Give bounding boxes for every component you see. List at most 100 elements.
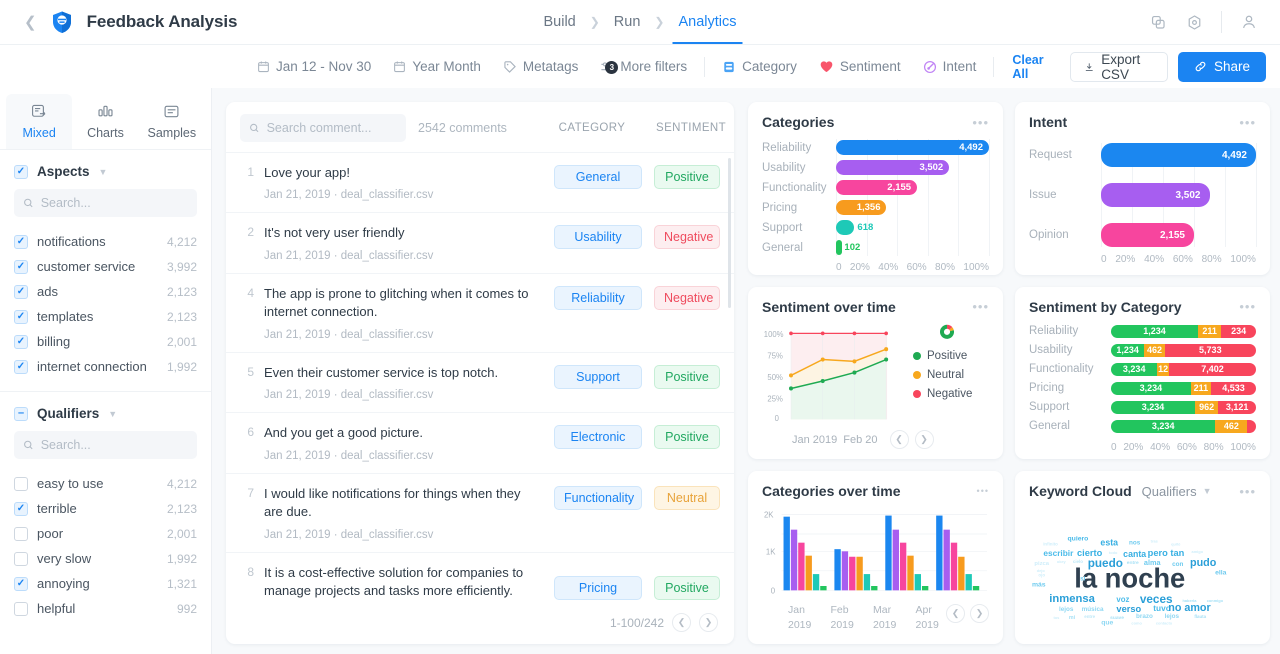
user-account-icon[interactable] (1234, 7, 1264, 37)
category-badge[interactable]: Usability (554, 225, 642, 250)
table-row[interactable]: 7 I would like notifications for things … (226, 472, 734, 552)
facet-item[interactable]: billing 2,001 (0, 329, 211, 354)
pagination-next-button[interactable]: ❯ (699, 613, 718, 632)
category-badge[interactable]: Support (554, 364, 642, 389)
more-options-icon[interactable]: ••• (977, 486, 989, 496)
segment-negative[interactable]: 234 (1221, 324, 1256, 338)
qualifiers-select-all-checkbox[interactable] (14, 406, 28, 421)
facet-checkbox[interactable] (14, 601, 28, 616)
bar[interactable] (836, 220, 855, 235)
filter-sentiment[interactable]: Sentiment (808, 59, 912, 74)
segment-negative[interactable]: 5,733 (1164, 343, 1256, 357)
sentiment-badge[interactable]: Negative (654, 285, 720, 310)
segment-neutral[interactable]: 211 (1198, 324, 1222, 338)
more-options-icon[interactable]: ••• (1239, 485, 1256, 498)
segment-neutral[interactable]: 462 (1144, 343, 1165, 357)
more-options-icon[interactable]: ••• (1239, 116, 1256, 129)
facet-checkbox[interactable] (14, 551, 28, 566)
sentiment-badge[interactable]: Positive (654, 364, 720, 389)
facet-item[interactable]: templates 2,123 (0, 304, 211, 329)
more-options-icon[interactable]: ••• (972, 116, 989, 129)
aspects-select-all-checkbox[interactable] (14, 164, 28, 179)
search-input[interactable] (266, 121, 397, 135)
pagination-prev-button[interactable]: ❮ (672, 613, 691, 632)
facet-checkbox[interactable] (14, 259, 28, 274)
qualifiers-search-input[interactable] (40, 438, 188, 452)
filter-more-filters[interactable]: 3 More filters (589, 59, 698, 74)
segment-neutral[interactable]: 12 (1157, 362, 1169, 376)
sentiment-badge[interactable]: Positive (654, 575, 720, 600)
sentiment-badge[interactable]: Neutral (654, 485, 720, 510)
bar[interactable]: 3,502 (836, 160, 950, 175)
bar[interactable]: 4,492 (836, 140, 989, 155)
facet-item[interactable]: annoying 1,321 (0, 571, 211, 596)
table-row[interactable]: 5 Even their customer service is top not… (226, 351, 734, 412)
bar[interactable]: 2,155 (836, 180, 918, 195)
tab-charts[interactable]: Charts (72, 94, 138, 149)
category-badge[interactable]: General (554, 165, 642, 189)
sentiment-badge[interactable]: Positive (654, 165, 720, 189)
facet-checkbox[interactable] (14, 284, 28, 299)
filter-date-range[interactable]: Jan 12 - Nov 30 (246, 59, 382, 74)
category-badge[interactable]: Pricing (554, 575, 642, 600)
segment-negative[interactable]: 3,121 (1218, 400, 1256, 414)
facet-item[interactable]: ads 2,123 (0, 279, 211, 304)
categories-prev-button[interactable]: ❮ (946, 603, 965, 623)
keyword-cloud-selector[interactable]: Qualifiers ▼ (1142, 484, 1212, 499)
export-csv-button[interactable]: Export CSV (1069, 51, 1168, 82)
segment-neutral[interactable]: 211 (1190, 381, 1212, 395)
facet-checkbox[interactable] (14, 476, 28, 491)
segment-positive[interactable]: 3,234 (1111, 381, 1191, 395)
facet-item[interactable]: notifications 4,212 (0, 229, 211, 254)
facet-item[interactable]: customer service 3,992 (0, 254, 211, 279)
tab-mixed[interactable]: Mixed (6, 94, 73, 149)
segment-negative[interactable]: 4,533 (1211, 381, 1256, 395)
back-button[interactable]: ❮ (16, 9, 45, 35)
table-row[interactable]: 1 Love your app! Jan 21, 2019 · deal_cla… (226, 152, 734, 212)
facet-item[interactable]: very slow 1,992 (0, 546, 211, 571)
sentiment-next-button[interactable]: ❯ (914, 430, 934, 450)
facet-checkbox[interactable] (14, 526, 28, 541)
bar[interactable]: 2,155 (1101, 223, 1194, 247)
segment-positive[interactable]: 3,234 (1111, 419, 1216, 433)
category-badge[interactable]: Functionality (554, 485, 642, 510)
aspects-search[interactable] (14, 189, 197, 217)
copy-icon[interactable] (1143, 7, 1173, 37)
comments-scrollbar[interactable] (728, 158, 731, 308)
sentiment-badge[interactable]: Negative (654, 225, 720, 250)
category-badge[interactable]: Reliability (554, 285, 642, 310)
segment-positive[interactable]: 3,234 (1111, 400, 1196, 414)
table-row[interactable]: 2 It's not very user friendly Jan 21, 20… (226, 212, 734, 272)
table-row[interactable]: 4 The app is prone to glitching when it … (226, 272, 734, 352)
category-badge[interactable]: Electronic (554, 425, 642, 450)
segment-positive[interactable]: 1,234 (1111, 343, 1145, 357)
facet-item[interactable]: terrible 2,123 (0, 496, 211, 521)
breadcrumb-run[interactable]: Run (614, 0, 641, 44)
comment-search[interactable] (240, 114, 406, 142)
facet-checkbox[interactable] (14, 576, 28, 591)
facet-checkbox[interactable] (14, 359, 28, 374)
breadcrumb-analytics[interactable]: Analytics (672, 0, 743, 44)
bar[interactable] (836, 240, 842, 255)
sentiment-prev-button[interactable]: ❮ (889, 430, 909, 450)
share-button[interactable]: Share (1177, 51, 1267, 82)
facet-item[interactable]: poor 2,001 (0, 521, 211, 546)
filter-intent[interactable]: Intent (912, 59, 988, 74)
filter-category[interactable]: Category (711, 59, 808, 74)
tab-samples[interactable]: Samples (139, 94, 205, 149)
facet-item[interactable]: helpful 992 (0, 596, 211, 621)
segment-neutral[interactable]: 962 (1195, 400, 1219, 414)
table-row[interactable]: 8 It is a cost-effective solution for co… (226, 551, 734, 601)
facet-checkbox[interactable] (14, 334, 28, 349)
facet-item[interactable]: easy to use 4,212 (0, 471, 211, 496)
table-row[interactable]: 6 And you get a good picture. Jan 21, 20… (226, 412, 734, 472)
facet-checkbox[interactable] (14, 234, 28, 249)
facet-item[interactable]: internet connection 1,992 (0, 354, 211, 379)
facet-checkbox[interactable] (14, 309, 28, 324)
sentiment-badge[interactable]: Positive (654, 425, 720, 450)
segment-positive[interactable]: 3,234 (1111, 362, 1158, 376)
chevron-down-icon[interactable]: ▼ (108, 409, 117, 419)
facet-checkbox[interactable] (14, 501, 28, 516)
bar[interactable]: 4,492 (1101, 143, 1256, 167)
categories-next-button[interactable]: ❯ (970, 603, 989, 623)
